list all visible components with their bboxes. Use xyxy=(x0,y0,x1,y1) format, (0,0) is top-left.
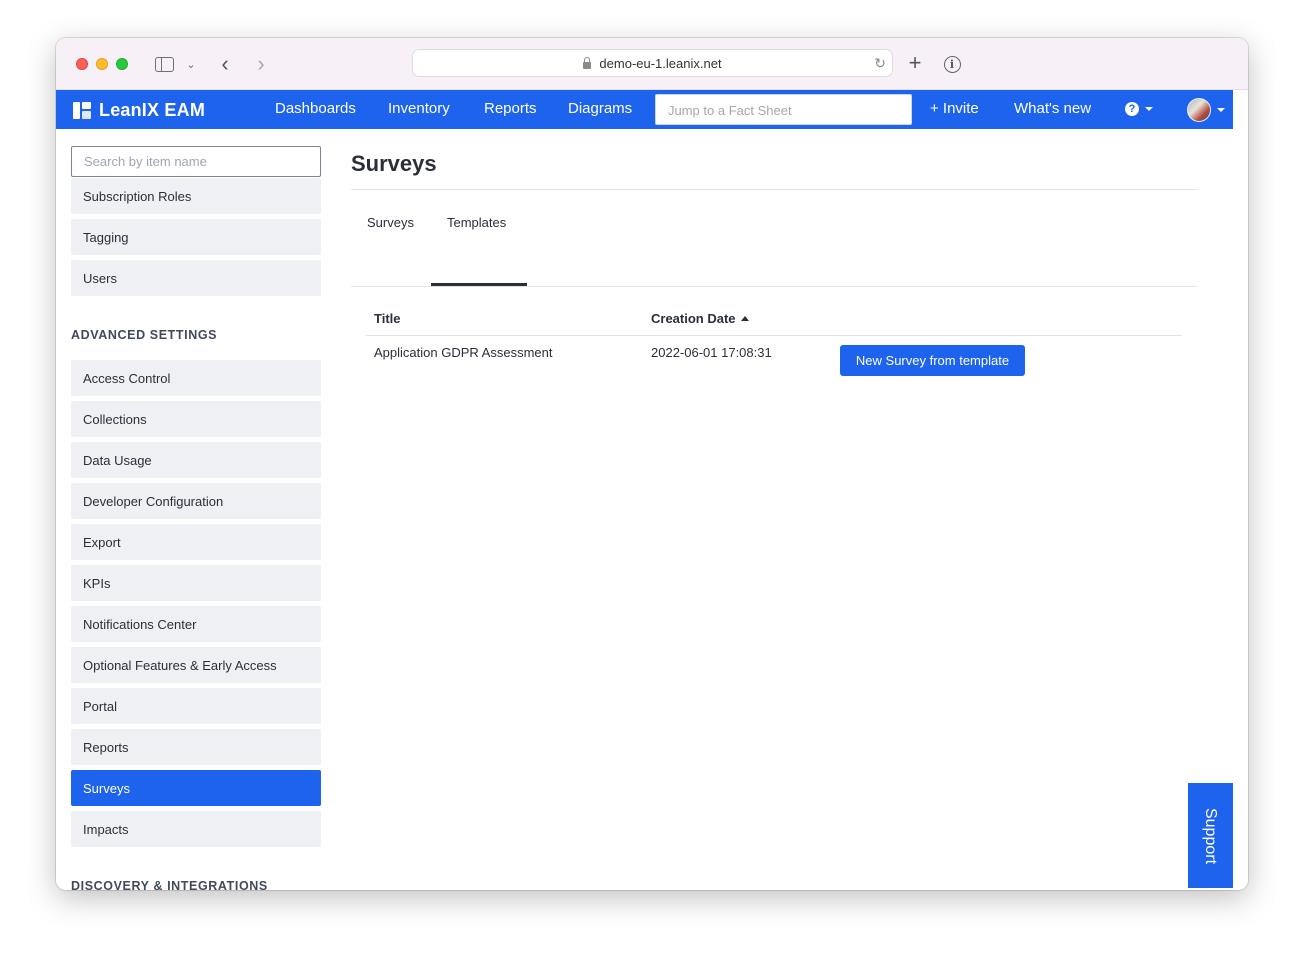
info-icon[interactable]: i xyxy=(942,52,962,76)
logo-text: LeanIX EAM xyxy=(99,99,206,120)
sidebar-item-kpis[interactable]: KPIs xyxy=(71,565,321,601)
url-text: demo-eu-1.leanix.net xyxy=(599,55,722,71)
sidebar-item-optional-features[interactable]: Optional Features & Early Access xyxy=(71,647,321,683)
user-menu[interactable] xyxy=(1187,98,1225,122)
address-bar[interactable]: demo-eu-1.leanix.net ↻ xyxy=(412,49,893,77)
sidebar-item-subscription-roles[interactable]: Subscription Roles xyxy=(71,178,321,214)
fact-sheet-search-input[interactable]: Jump to a Fact Sheet xyxy=(655,94,912,125)
sidebar-search-input[interactable]: Search by item name xyxy=(71,146,321,177)
sidebar-item-users[interactable]: Users xyxy=(71,260,321,296)
sidebar-item-notifications-center[interactable]: Notifications Center xyxy=(71,606,321,642)
sidebar-item-reports[interactable]: Reports xyxy=(71,729,321,765)
template-title-cell: Application GDPR Assessment xyxy=(374,345,553,360)
sidebar-item-collections[interactable]: Collections xyxy=(71,401,321,437)
column-header-creation-date[interactable]: Creation Date xyxy=(651,311,749,326)
leanix-logo[interactable]: LeanIX EAM xyxy=(73,99,205,121)
sidebar-section-discovery-integrations: DISCOVERY & INTEGRATIONS xyxy=(71,879,268,890)
page-content: Search by item name Subscription Roles T… xyxy=(56,129,1248,890)
sidebar-item-export[interactable]: Export xyxy=(71,524,321,560)
nav-dashboards[interactable]: Dashboards xyxy=(275,100,356,117)
tab-templates[interactable]: Templates xyxy=(447,215,506,230)
sidebar-item-access-control[interactable]: Access Control xyxy=(71,360,321,396)
new-survey-from-template-button[interactable]: New Survey from template xyxy=(840,345,1025,376)
table-header-divider xyxy=(366,335,1182,336)
close-window-button[interactable] xyxy=(76,58,88,70)
column-header-creation-date-label: Creation Date xyxy=(651,311,736,326)
caret-down-icon xyxy=(1145,107,1153,111)
whats-new-link[interactable]: What's new xyxy=(1014,100,1091,117)
template-date-cell: 2022-06-01 17:08:31 xyxy=(651,345,772,360)
sidebar-section-advanced-settings: ADVANCED SETTINGS xyxy=(71,328,218,342)
browser-window: ⌄ ‹ › demo-eu-1.leanix.net ↻ + i LeanIX … xyxy=(56,38,1248,890)
sidebar-item-developer-configuration[interactable]: Developer Configuration xyxy=(71,483,321,519)
sidebar-toggle-icon[interactable] xyxy=(153,52,175,76)
question-mark-icon: ? xyxy=(1125,102,1139,116)
tabs-divider xyxy=(351,286,1197,287)
sidebar-item-portal[interactable]: Portal xyxy=(71,688,321,724)
lock-icon xyxy=(583,56,592,69)
new-tab-plus-icon[interactable]: + xyxy=(905,50,925,75)
invite-button[interactable]: + Invite xyxy=(930,100,979,117)
app-header: LeanIX EAM Dashboards Inventory Reports … xyxy=(56,90,1233,129)
page-title: Surveys xyxy=(351,151,437,176)
forward-arrow-icon[interactable]: › xyxy=(252,51,270,76)
leanix-logo-icon xyxy=(73,101,91,119)
support-tab-button[interactable]: Support xyxy=(1188,783,1233,888)
title-divider xyxy=(351,189,1197,190)
sort-ascending-icon xyxy=(740,316,749,321)
support-label: Support xyxy=(1202,807,1220,864)
avatar xyxy=(1187,98,1211,122)
sidebar-item-data-usage[interactable]: Data Usage xyxy=(71,442,321,478)
column-header-title[interactable]: Title xyxy=(374,311,401,326)
caret-down-icon xyxy=(1217,108,1225,112)
nav-reports[interactable]: Reports xyxy=(484,100,537,117)
chevron-down-icon[interactable]: ⌄ xyxy=(184,52,198,76)
help-menu[interactable]: ? xyxy=(1125,102,1153,116)
nav-inventory[interactable]: Inventory xyxy=(388,100,450,117)
reload-icon[interactable]: ↻ xyxy=(874,55,886,72)
browser-titlebar: ⌄ ‹ › demo-eu-1.leanix.net ↻ + i xyxy=(56,38,1248,90)
sidebar-item-impacts[interactable]: Impacts xyxy=(71,811,321,847)
sidebar-item-tagging[interactable]: Tagging xyxy=(71,219,321,255)
nav-diagrams[interactable]: Diagrams xyxy=(568,100,632,117)
back-arrow-icon[interactable]: ‹ xyxy=(216,51,234,76)
sidebar-item-surveys[interactable]: Surveys xyxy=(71,770,321,806)
tab-surveys[interactable]: Surveys xyxy=(367,215,414,230)
minimize-window-button[interactable] xyxy=(96,58,108,70)
zoom-window-button[interactable] xyxy=(116,58,128,70)
